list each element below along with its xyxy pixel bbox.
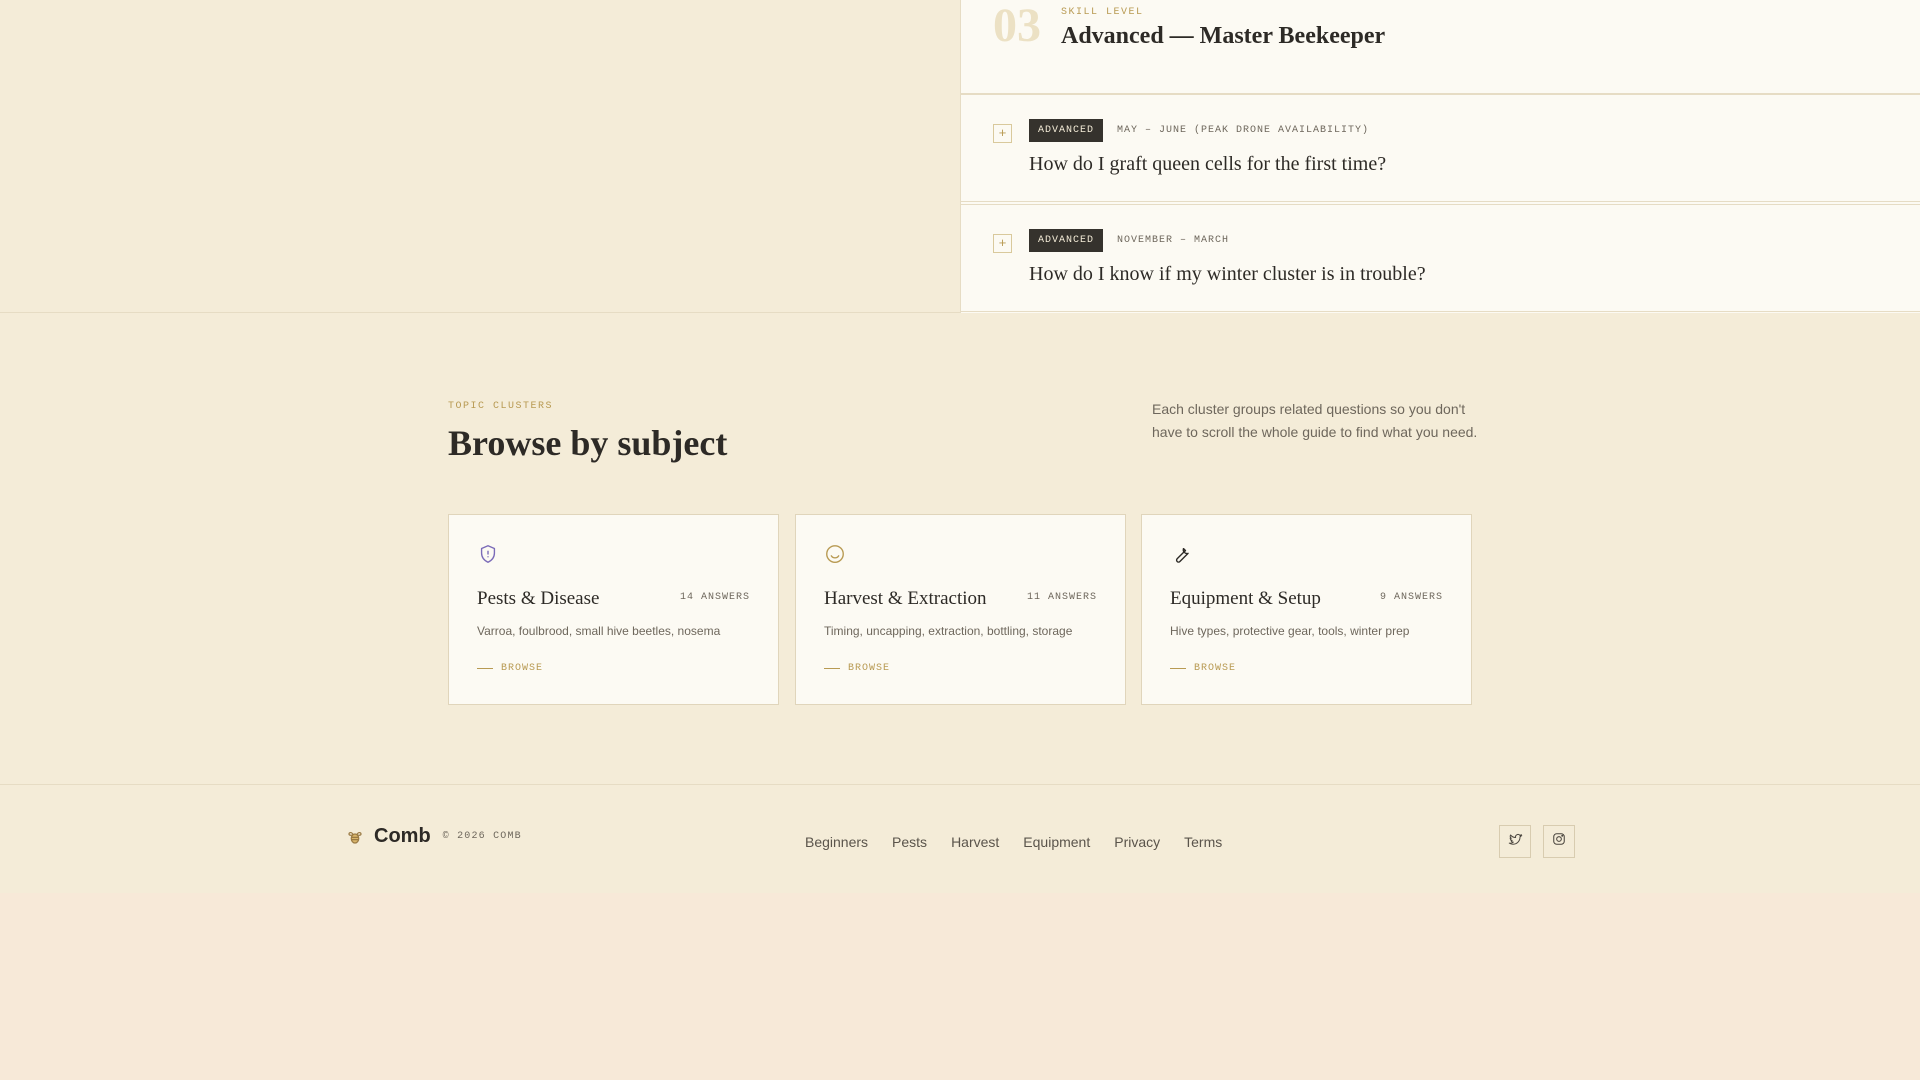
smile-icon xyxy=(824,543,846,565)
link-line xyxy=(1170,668,1186,669)
level-number: 03 xyxy=(993,0,1041,52)
bee-icon xyxy=(346,828,364,846)
site-footer: Comb © 2026 COMB Beginners Pests Harvest… xyxy=(0,785,1920,893)
footer-nav: Beginners Pests Harvest Equipment Privac… xyxy=(805,834,1222,850)
card-title: Pests & Disease xyxy=(477,588,600,609)
browse-label: BROWSE xyxy=(848,663,891,674)
copyright: © 2026 COMB xyxy=(442,831,522,842)
answer-count: 11 ANSWERS xyxy=(1026,592,1097,603)
topic-clusters-section: TOPIC CLUSTERS Browse by subject Each cl… xyxy=(0,313,1920,785)
browse-label: BROWSE xyxy=(1194,663,1237,674)
brand-name: Comb xyxy=(374,825,431,847)
card-title: Harvest & Extraction xyxy=(824,588,987,609)
card-description: Timing, uncapping, extraction, bottling,… xyxy=(824,624,1073,638)
footer-link-harvest[interactable]: Harvest xyxy=(951,834,999,850)
difficulty-badge: ADVANCED xyxy=(1029,229,1104,252)
footer-link-pests[interactable]: Pests xyxy=(892,834,927,850)
topic-card-pests[interactable]: Pests & Disease 14 ANSWERS Varroa, foulb… xyxy=(448,514,779,705)
browse-link[interactable]: BROWSE xyxy=(824,663,890,674)
wrench-icon xyxy=(1170,543,1192,565)
twitter-icon xyxy=(1508,832,1523,852)
season-label: NOVEMBER – MARCH xyxy=(1117,235,1230,246)
topic-card-equipment[interactable]: Equipment & Setup 9 ANSWERS Hive types, … xyxy=(1141,514,1472,705)
browse-link[interactable]: BROWSE xyxy=(1170,663,1236,674)
footer-link-beginners[interactable]: Beginners xyxy=(805,834,868,850)
expand-icon[interactable]: + xyxy=(993,234,1012,253)
skill-level-header: 03 SKILL LEVEL Advanced — Master Beekeep… xyxy=(961,0,1920,94)
section-title: Browse by subject xyxy=(448,423,728,463)
footer-link-terms[interactable]: Terms xyxy=(1184,834,1222,850)
social-links xyxy=(1499,825,1575,858)
expand-icon[interactable]: + xyxy=(993,124,1012,143)
level-eyebrow: SKILL LEVEL xyxy=(1061,7,1144,18)
topic-card-harvest[interactable]: Harvest & Extraction 11 ANSWERS Timing, … xyxy=(795,514,1126,705)
footer-brand[interactable]: Comb © 2026 COMB xyxy=(346,825,522,848)
faq-item[interactable]: + ADVANCED NOVEMBER – MARCH How do I kno… xyxy=(961,204,1920,312)
card-title: Equipment & Setup xyxy=(1170,588,1321,609)
instagram-icon xyxy=(1552,832,1566,851)
answer-count: 14 ANSWERS xyxy=(679,592,750,603)
browse-link[interactable]: BROWSE xyxy=(477,663,543,674)
instagram-button[interactable] xyxy=(1543,825,1575,858)
topics-eyebrow: TOPIC CLUSTERS xyxy=(448,401,554,412)
card-description: Hive types, protective gear, tools, wint… xyxy=(1170,624,1410,638)
link-line xyxy=(824,668,840,669)
section-description: Each cluster groups related questions so… xyxy=(1152,401,1478,440)
browse-label: BROWSE xyxy=(501,663,544,674)
difficulty-badge: ADVANCED xyxy=(1029,119,1104,142)
card-description: Varroa, foulbrood, small hive beetles, n… xyxy=(477,624,721,638)
link-line xyxy=(477,668,493,669)
faq-question[interactable]: How do I know if my winter cluster is in… xyxy=(1029,263,1426,286)
faq-item[interactable]: + ADVANCED MAY – JUNE (PEAK DRONE AVAILA… xyxy=(961,94,1920,202)
faq-section: 03 SKILL LEVEL Advanced — Master Beekeep… xyxy=(0,0,1920,313)
answer-count: 9 ANSWERS xyxy=(1379,592,1443,603)
twitter-button[interactable] xyxy=(1499,825,1531,858)
footer-link-privacy[interactable]: Privacy xyxy=(1114,834,1160,850)
footer-link-equipment[interactable]: Equipment xyxy=(1023,834,1090,850)
level-title: Advanced — Master Beekeeper xyxy=(1061,23,1386,49)
season-label: MAY – JUNE (PEAK DRONE AVAILABILITY) xyxy=(1117,125,1370,136)
faq-panel: 03 SKILL LEVEL Advanced — Master Beekeep… xyxy=(960,0,1920,313)
shield-icon xyxy=(477,543,499,565)
faq-question[interactable]: How do I graft queen cells for the first… xyxy=(1029,153,1386,176)
